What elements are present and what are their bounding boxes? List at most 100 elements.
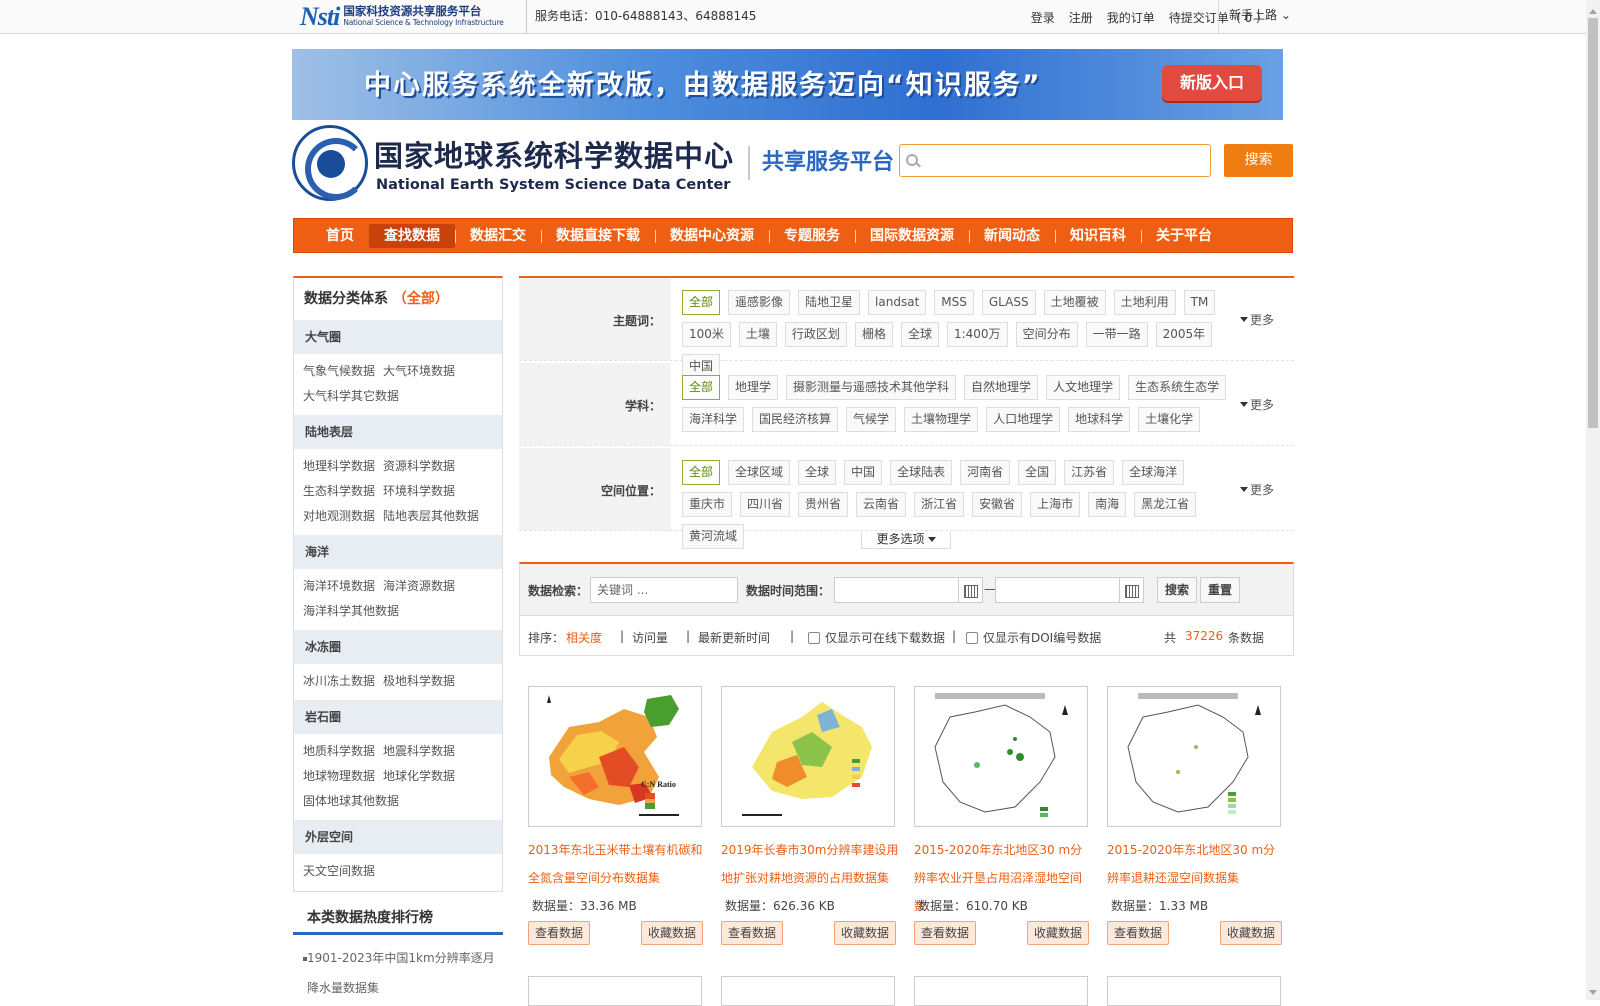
- site-search-input[interactable]: [899, 144, 1211, 177]
- filter-tag[interactable]: 中国: [844, 460, 883, 485]
- nav-news[interactable]: 新闻动态: [969, 224, 1056, 248]
- new-version-button[interactable]: 新版入口: [1162, 65, 1262, 101]
- dataset-thumbnail-map[interactable]: [528, 976, 702, 1006]
- filter-tag[interactable]: 气候学: [846, 407, 897, 432]
- sidebar-category-land-surface[interactable]: 陆地表层: [294, 415, 502, 449]
- filter-tag[interactable]: 土地利用: [1113, 290, 1176, 315]
- sidebar-category-cryosphere[interactable]: 冰冻圈: [294, 630, 502, 664]
- filter-tag[interactable]: 全部: [682, 290, 721, 315]
- view-data-button[interactable]: 查看数据: [914, 921, 977, 945]
- filter-more-button[interactable]: 更多: [1240, 311, 1274, 328]
- sidebar-link[interactable]: 天文空间数据: [303, 864, 375, 878]
- sidebar-link[interactable]: 对地观测数据: [303, 509, 375, 523]
- sidebar-link[interactable]: 海洋科学其他数据: [303, 604, 399, 618]
- keyword-input[interactable]: 关键词 ...: [590, 577, 738, 603]
- nav-about[interactable]: 关于平台: [1141, 224, 1227, 248]
- filter-tag[interactable]: 国民经济核算: [752, 407, 839, 432]
- filter-tag[interactable]: landsat: [868, 290, 927, 315]
- dataset-thumbnail-map[interactable]: [914, 686, 1088, 827]
- dataset-thumbnail-map[interactable]: [914, 976, 1088, 1006]
- sidebar-link[interactable]: 地理科学数据: [303, 459, 375, 473]
- filter-tag[interactable]: GLASS: [981, 290, 1036, 315]
- sidebar-link[interactable]: 生态科学数据: [303, 484, 375, 498]
- filter-tag[interactable]: 贵州省: [798, 492, 849, 517]
- filter-tag[interactable]: 栅格: [854, 322, 893, 347]
- sidebar-link[interactable]: 陆地表层其他数据: [383, 509, 479, 523]
- sidebar-link[interactable]: 气象气候数据: [303, 364, 375, 378]
- filter-tag[interactable]: 全球: [900, 322, 939, 347]
- filter-more-button[interactable]: 更多: [1240, 396, 1274, 413]
- doi-filter[interactable]: 仅显示有DOI编号数据: [966, 629, 1101, 646]
- sidebar-link[interactable]: 地球物理数据: [303, 769, 375, 783]
- nav-find-data[interactable]: 查找数据: [369, 223, 456, 248]
- dataset-title[interactable]: 2015-2020年东北地区30 m分辨率退耕还湿空间数据集: [1107, 836, 1285, 892]
- nav-knowledge[interactable]: 知识百科: [1055, 224, 1142, 248]
- sidebar-all-link[interactable]: （全部）: [393, 291, 449, 307]
- filter-tag[interactable]: TM: [1183, 290, 1216, 315]
- filter-tag[interactable]: 黄河流域: [682, 524, 745, 549]
- filter-tag[interactable]: 土壤: [738, 322, 777, 347]
- filter-tag[interactable]: 100米: [682, 322, 731, 347]
- query-search-button[interactable]: 搜索: [1157, 577, 1198, 603]
- ranking-item[interactable]: 1901-2023年中国1km分辨率逐月降水量数据集: [293, 935, 503, 1003]
- filter-tag[interactable]: 土地覆被: [1043, 290, 1106, 315]
- site-search-button[interactable]: 搜索: [1224, 144, 1293, 177]
- filter-tag[interactable]: 全部: [682, 375, 721, 400]
- filter-tag[interactable]: 浙江省: [914, 492, 965, 517]
- nav-direct-download[interactable]: 数据直接下载: [541, 224, 656, 248]
- nav-topic-services[interactable]: 专题服务: [769, 224, 856, 248]
- sidebar-category-outer-space[interactable]: 外层空间: [294, 820, 502, 854]
- filter-tag[interactable]: 南海: [1088, 492, 1127, 517]
- more-options-toggle[interactable]: 更多选项: [861, 532, 951, 549]
- filter-tag[interactable]: 云南省: [856, 492, 907, 517]
- dataset-title[interactable]: 2013年东北玉米带土壤有机碳和全氮含量空间分布数据集: [528, 836, 706, 892]
- filter-tag[interactable]: 地球科学: [1068, 407, 1131, 432]
- scroll-down-arrow-icon[interactable]: [1589, 990, 1597, 999]
- favorite-data-button[interactable]: 收藏数据: [641, 921, 703, 945]
- filter-tag[interactable]: 江苏省: [1064, 460, 1115, 485]
- favorite-data-button[interactable]: 收藏数据: [1220, 921, 1282, 945]
- filter-more-button[interactable]: 更多: [1240, 481, 1274, 498]
- calendar-icon[interactable]: [959, 577, 983, 603]
- filter-tag[interactable]: 生态系统生态学: [1128, 375, 1227, 400]
- filter-tag[interactable]: 全国: [1018, 460, 1057, 485]
- filter-tag[interactable]: 1:400万: [946, 322, 1008, 347]
- dataset-title[interactable]: 2019年长春市30m分辨率建设用地扩张对耕地资源的占用数据集: [721, 836, 899, 892]
- dataset-thumbnail-map[interactable]: [1107, 976, 1281, 1006]
- view-data-button[interactable]: 查看数据: [1107, 921, 1170, 945]
- filter-tag[interactable]: 自然地理学: [964, 375, 1039, 400]
- sidebar-category-atmosphere[interactable]: 大气圈: [294, 320, 502, 354]
- dataset-thumbnail-map[interactable]: [721, 686, 895, 827]
- filter-tag[interactable]: 黑龙江省: [1134, 492, 1197, 517]
- sidebar-link[interactable]: 地震科学数据: [383, 744, 455, 758]
- register-link[interactable]: 注册: [1069, 9, 1093, 26]
- filter-tag[interactable]: 河南省: [960, 460, 1011, 485]
- filter-tag[interactable]: 全球海洋: [1122, 460, 1185, 485]
- sort-relevance[interactable]: 相关度: [566, 629, 602, 646]
- favorite-data-button[interactable]: 收藏数据: [1027, 921, 1089, 945]
- sidebar-link[interactable]: 大气科学其它数据: [303, 389, 399, 403]
- sidebar-category-lithosphere[interactable]: 岩石圈: [294, 700, 502, 734]
- sort-views[interactable]: 访问量: [632, 629, 668, 646]
- filter-tag[interactable]: 空间分布: [1015, 322, 1078, 347]
- dataset-thumbnail-map[interactable]: [721, 976, 895, 1006]
- sidebar-link[interactable]: 大气环境数据: [383, 364, 455, 378]
- sidebar-link[interactable]: 海洋环境数据: [303, 579, 375, 593]
- doi-checkbox[interactable]: [966, 632, 978, 644]
- filter-tag[interactable]: 遥感影像: [728, 290, 791, 315]
- nav-center-resources[interactable]: 数据中心资源: [655, 224, 770, 248]
- filter-tag[interactable]: 四川省: [740, 492, 791, 517]
- sidebar-link[interactable]: 资源科学数据: [383, 459, 455, 473]
- favorite-data-button[interactable]: 收藏数据: [834, 921, 896, 945]
- filter-tag[interactable]: 重庆市: [682, 492, 733, 517]
- sidebar-link[interactable]: 海洋资源数据: [383, 579, 455, 593]
- nav-international-resources[interactable]: 国际数据资源: [855, 224, 970, 248]
- online-download-checkbox[interactable]: [808, 632, 820, 644]
- filter-tag[interactable]: 全球陆表: [890, 460, 953, 485]
- start-date-input[interactable]: [834, 577, 959, 603]
- filter-tag[interactable]: 陆地卫星: [798, 290, 861, 315]
- data-center-seal-logo[interactable]: [292, 124, 368, 201]
- sidebar-link[interactable]: 固体地球其他数据: [303, 794, 399, 808]
- filter-tag[interactable]: MSS: [934, 290, 974, 315]
- filter-tag[interactable]: 安徽省: [972, 492, 1023, 517]
